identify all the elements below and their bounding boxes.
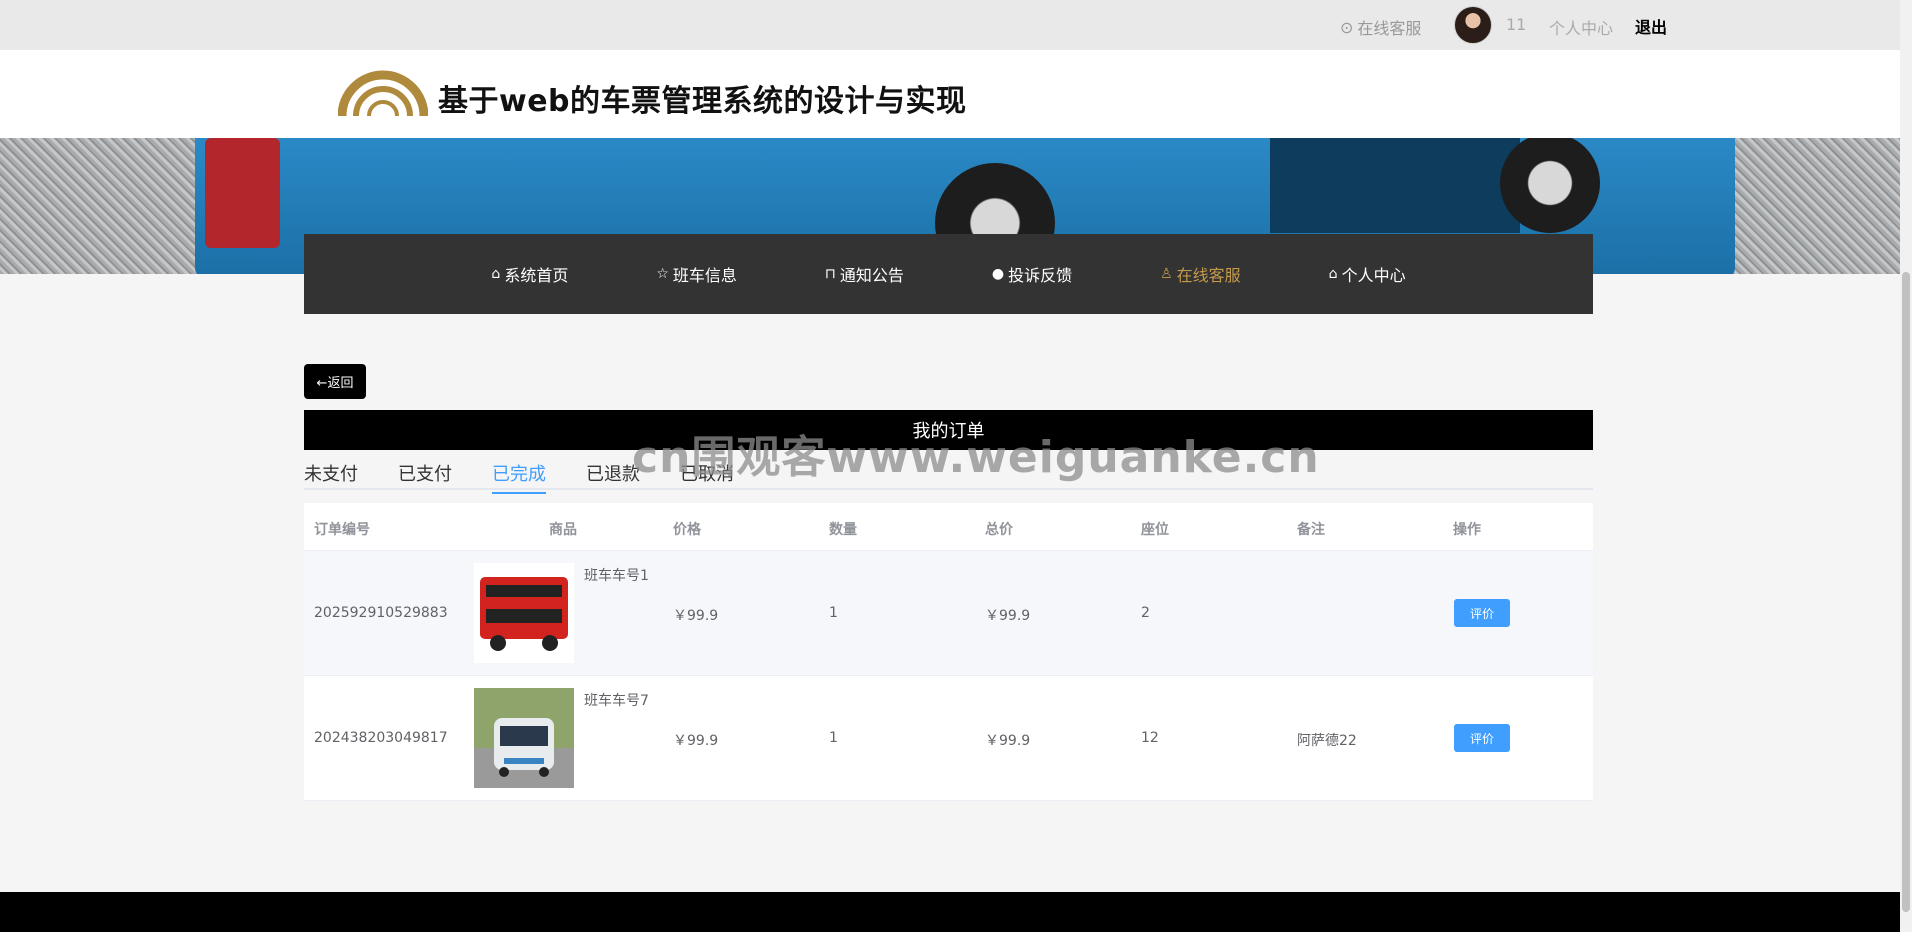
top-bar: ⊙ 在线客服 11 个人中心 退出 [0,0,1900,50]
home-icon: ⌂ [491,266,501,282]
product-image [474,563,574,663]
col-order-no: 订单编号 [314,522,370,538]
col-seat: 座位 [1141,522,1169,538]
order-no: 202592910529883 [314,605,448,621]
tab-paid[interactable]: 已支付 [398,460,452,492]
note: 阿萨德22 [1297,733,1357,749]
site-title: 基于web的车票管理系统的设计与实现 [438,84,967,119]
quantity: 1 [829,730,838,746]
table-header: 订单编号 商品 价格 数量 总价 座位 备注 操作 [304,503,1593,551]
total-price: ￥99.9 [985,733,1031,749]
product-name: 班车车号1 [584,568,649,584]
table-row: 202438203049817 班车车号7 ￥99.9 1 ￥99.9 12 阿… [304,676,1593,801]
nav-item-notice[interactable]: ⊓ 通知公告 [781,262,948,286]
col-action: 操作 [1453,522,1481,538]
headset-icon: ⊙ [1340,17,1354,37]
home-icon: ⌂ [1328,266,1338,282]
price: ￥99.9 [673,733,719,749]
col-price: 价格 [673,522,701,538]
bag-icon: ⊓ [824,266,836,282]
customer-service-link[interactable]: ⊙ 在线客服 [1340,15,1421,39]
quantity: 1 [829,605,838,621]
total-price: ￥99.9 [985,608,1031,624]
price: ￥99.9 [673,608,719,624]
site-header: 基于web的车票管理系统的设计与实现 [0,50,1900,138]
orders-table: 订单编号 商品 价格 数量 总价 座位 备注 操作 20259291052988… [304,503,1593,801]
col-note: 备注 [1297,522,1325,538]
order-no: 202438203049817 [314,730,448,746]
review-button[interactable]: 评价 [1454,599,1510,627]
scrollbar[interactable] [1900,0,1912,932]
username: 11 [1506,15,1527,34]
user-icon: ♙ [1160,266,1173,282]
scrollbar-thumb[interactable] [1902,272,1910,912]
avatar[interactable] [1454,6,1492,44]
alert-icon: ● [991,266,1005,282]
main-nav: ⌂ 系统首页 ☆ 班车信息 ⊓ 通知公告 ● 投诉反馈 ♙ 在线客服 ⌂ 个人中… [304,234,1593,314]
table-row: 202592910529883 班车车号1 ￥99.9 1 ￥99.9 2 评价 [304,551,1593,676]
seat: 2 [1141,605,1150,621]
watermark: cn围观客www.weiguanke.cn [632,432,1320,483]
nav-item-customer-service[interactable]: ♙ 在线客服 [1116,262,1285,286]
seat: 12 [1141,730,1159,746]
footer [0,892,1900,932]
back-button[interactable]: ←返回 [304,364,366,399]
tab-completed[interactable]: 已完成 [492,460,546,494]
logout-link[interactable]: 退出 [1635,14,1667,38]
col-qty: 数量 [829,522,857,538]
col-product: 商品 [549,522,577,538]
col-total: 总价 [985,522,1013,538]
nav-item-complaint[interactable]: ● 投诉反馈 [948,262,1116,286]
nav-item-personal-center[interactable]: ⌂ 个人中心 [1285,262,1450,286]
nav-item-bus-info[interactable]: ☆ 班车信息 [612,262,781,286]
product-image [474,688,574,788]
star-icon: ☆ [656,266,669,282]
review-button[interactable]: 评价 [1454,724,1510,752]
personal-center-link[interactable]: 个人中心 [1549,15,1613,39]
nav-item-home[interactable]: ⌂ 系统首页 [447,262,612,286]
logo-icon [338,70,428,117]
product-name: 班车车号7 [584,693,649,709]
tab-unpaid[interactable]: 未支付 [304,460,358,492]
